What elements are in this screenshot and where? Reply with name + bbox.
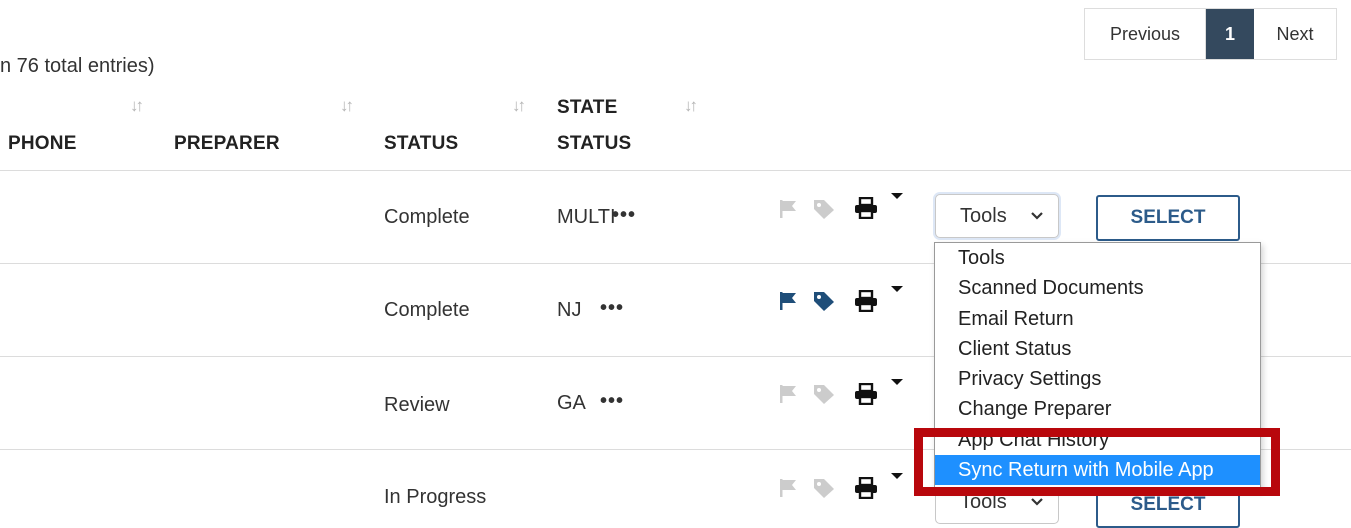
tag-icon[interactable] (812, 383, 836, 405)
row-status: In Progress (384, 486, 487, 508)
dropdown-option-privacy-settings[interactable]: Privacy Settings (935, 364, 1260, 394)
entries-info: n 76 total entries) (0, 55, 155, 77)
column-header-state-status-line2[interactable]: STATUS (557, 133, 631, 155)
more-dots-icon[interactable]: ••• (600, 297, 624, 320)
caret-down-icon[interactable] (891, 473, 903, 479)
sort-icon[interactable]: ↓↑ (130, 96, 144, 116)
more-dots-icon[interactable]: ••• (612, 204, 636, 227)
pagination: Previous 1 Next (1084, 8, 1337, 60)
row-status: Complete (384, 206, 470, 228)
column-header-status[interactable]: STATUS (384, 133, 458, 155)
flag-icon[interactable] (778, 478, 798, 498)
highlight-annotation-box (914, 428, 1280, 496)
dropdown-option-tools[interactable]: Tools (935, 243, 1260, 273)
table-divider (0, 170, 1351, 171)
pagination-next[interactable]: Next (1254, 9, 1336, 59)
column-header-phone[interactable]: PHONE (8, 133, 77, 155)
printer-icon[interactable] (854, 383, 878, 405)
tag-icon[interactable] (812, 477, 836, 499)
dropdown-option-scanned-documents[interactable]: Scanned Documents (935, 273, 1260, 303)
flag-icon[interactable] (778, 199, 798, 219)
dropdown-option-change-preparer[interactable]: Change Preparer (935, 394, 1260, 424)
dropdown-option-client-status[interactable]: Client Status (935, 334, 1260, 364)
sort-icon[interactable]: ↓↑ (684, 96, 698, 116)
row-status: Review (384, 394, 450, 416)
row-status: Complete (384, 299, 470, 321)
tools-select[interactable]: Tools (935, 194, 1059, 238)
column-header-state-status-line1[interactable]: STATE (557, 97, 617, 119)
row-state: GA (557, 392, 586, 414)
caret-down-icon[interactable] (891, 193, 903, 199)
row-state: NJ (557, 299, 582, 321)
flag-icon[interactable] (778, 384, 798, 404)
printer-icon[interactable] (854, 290, 878, 312)
printer-icon[interactable] (854, 477, 878, 499)
pagination-page-1[interactable]: 1 (1206, 9, 1254, 59)
caret-down-icon[interactable] (891, 286, 903, 292)
more-dots-icon[interactable]: ••• (600, 390, 624, 413)
pagination-previous[interactable]: Previous (1085, 9, 1206, 59)
sort-icon[interactable]: ↓↑ (340, 96, 354, 116)
caret-down-icon[interactable] (891, 379, 903, 385)
tag-icon[interactable] (812, 198, 836, 220)
tools-select-value: Tools (960, 204, 1007, 227)
dropdown-option-email-return[interactable]: Email Return (935, 304, 1260, 334)
chevron-down-icon (1031, 212, 1043, 220)
row-state: MULTI (557, 206, 616, 228)
select-button[interactable]: SELECT (1096, 195, 1240, 241)
printer-icon[interactable] (854, 197, 878, 219)
tag-icon[interactable] (812, 290, 836, 312)
column-header-preparer[interactable]: PREPARER (174, 133, 280, 155)
sort-icon[interactable]: ↓↑ (512, 96, 526, 116)
flag-icon[interactable] (778, 291, 798, 311)
